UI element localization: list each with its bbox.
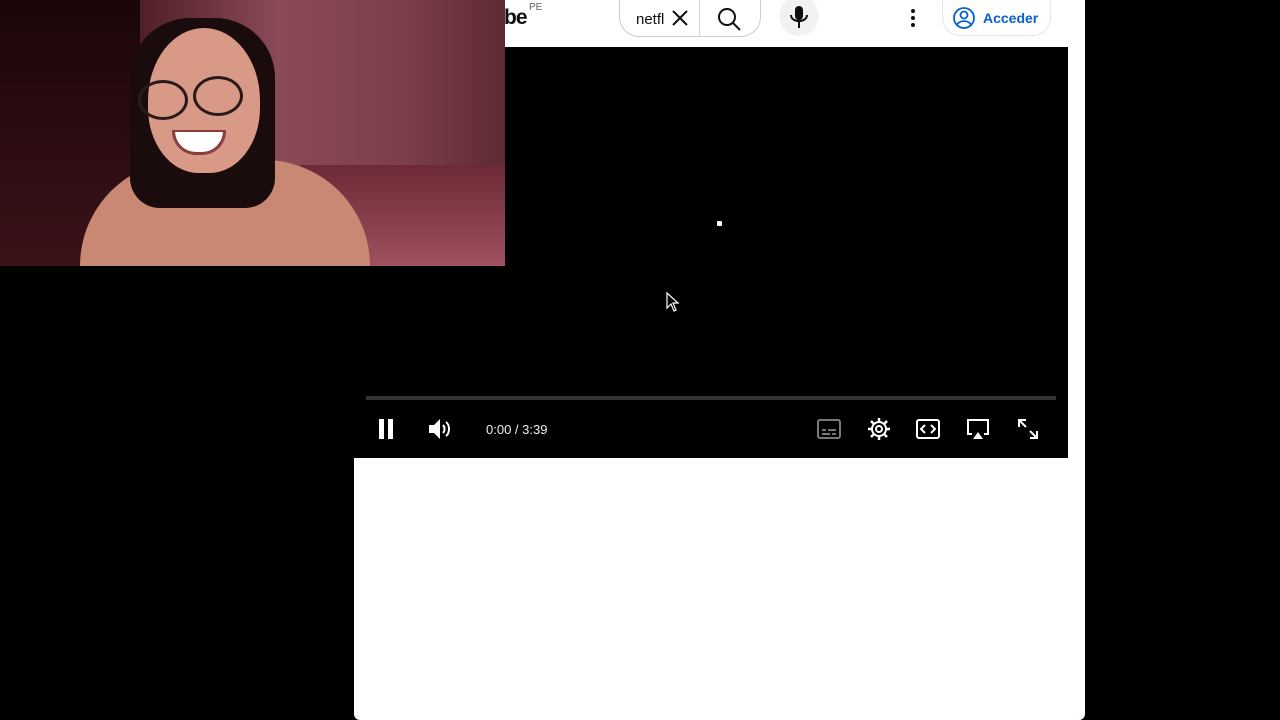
progress-bar[interactable] xyxy=(366,396,1056,400)
pause-icon[interactable] xyxy=(376,418,396,445)
account-circle-icon xyxy=(953,7,975,29)
time-display: 0:00 / 3:39 xyxy=(486,422,548,437)
airplay-icon[interactable] xyxy=(965,418,991,445)
glasses-left-lens xyxy=(138,80,188,120)
search-input[interactable] xyxy=(636,9,670,29)
voice-search-button[interactable] xyxy=(779,0,819,36)
youtube-logo[interactable]: be xyxy=(504,6,527,30)
webcam-overlay xyxy=(0,0,505,266)
glasses-right-lens xyxy=(193,76,243,116)
theater-mode-icon[interactable] xyxy=(916,419,940,444)
loading-spinner xyxy=(717,221,722,226)
sign-in-label: Acceder xyxy=(983,10,1039,26)
subtitles-icon[interactable] xyxy=(817,419,841,444)
search-divider xyxy=(699,0,700,36)
volume-icon[interactable] xyxy=(427,417,453,446)
sign-in-button[interactable]: Acceder xyxy=(942,0,1051,36)
microphone-icon xyxy=(790,6,808,28)
close-icon[interactable] xyxy=(670,8,690,28)
search-box xyxy=(619,0,761,37)
fullscreen-icon[interactable] xyxy=(1017,418,1039,445)
mouse-cursor-icon xyxy=(666,291,680,317)
search-icon[interactable] xyxy=(716,6,742,32)
gear-icon[interactable] xyxy=(867,417,891,446)
more-vert-icon[interactable] xyxy=(901,6,925,30)
logo-region-code: PE xyxy=(529,2,543,13)
